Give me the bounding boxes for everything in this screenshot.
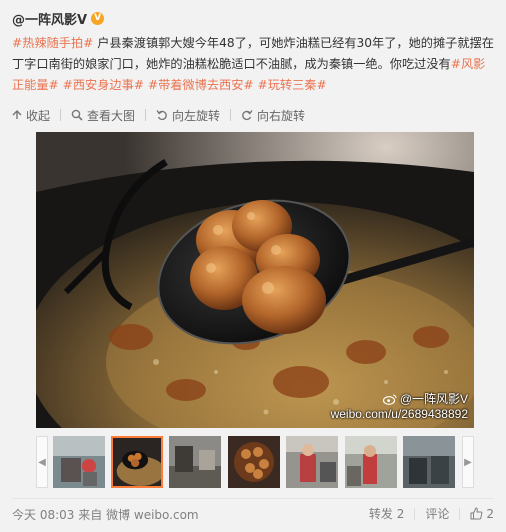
post-source-link[interactable]: 微博 weibo.com xyxy=(106,508,199,522)
photo-watermark: @一阵风影V weibo.com/u/2689438892 xyxy=(331,392,468,422)
like-button[interactable]: 2 xyxy=(470,507,494,521)
thumbnail[interactable] xyxy=(403,436,455,488)
thumbnail-image xyxy=(169,436,221,488)
rotate-right-icon xyxy=(242,110,253,121)
repost-count: 2 xyxy=(396,506,405,521)
thumb-prev-button[interactable]: ◀ xyxy=(36,436,48,488)
repost-label: 转发 xyxy=(368,507,393,521)
rotate-left-button[interactable]: 向左旋转 xyxy=(156,107,220,124)
author-name-link[interactable]: @一阵风影V xyxy=(12,9,87,28)
collapse-label: 收起 xyxy=(26,108,51,123)
rotate-right-button[interactable]: 向右旋转 xyxy=(241,107,305,124)
weibo-post-card: @一阵风影V V #热辣随手拍# 户县秦渡镇郭大嫂今年48了，可她炸油糕已经有3… xyxy=(0,0,506,532)
chevron-left-icon: ◀ xyxy=(38,456,46,468)
comment-label: 评论 xyxy=(425,507,450,521)
thumbnail[interactable] xyxy=(345,436,397,488)
thumb-next-button[interactable]: ▶ xyxy=(462,436,474,488)
magnifier-icon xyxy=(71,109,83,121)
author-row: @一阵风影V V xyxy=(12,8,105,28)
collapse-button[interactable]: 收起 xyxy=(12,107,50,124)
chevron-right-icon: ▶ xyxy=(464,456,472,468)
rotate-right-label: 向右旋转 xyxy=(257,108,306,123)
collapse-arrow-icon xyxy=(12,110,22,119)
post-actions: 转发 2 评论 2 xyxy=(369,505,494,522)
thumbnail-strip: ◀ ▶ xyxy=(36,436,474,488)
thumbnail-image xyxy=(403,436,455,488)
rotate-left-label: 向左旋转 xyxy=(172,108,221,123)
action-separator xyxy=(459,507,461,520)
post-footer: 今天 08:03 来自 微博 weibo.com 转发 2 评论 2 xyxy=(12,505,494,523)
view-large-label: 查看大图 xyxy=(87,108,136,123)
toolbar-separator xyxy=(145,109,147,121)
thumbnail-image xyxy=(286,436,338,488)
thumbnail[interactable] xyxy=(169,436,221,488)
watermark-url: weibo.com/u/2689438892 xyxy=(330,407,468,421)
toolbar-separator xyxy=(60,109,62,121)
verified-badge-icon: V xyxy=(91,11,105,25)
weibo-logo-icon xyxy=(382,394,397,405)
thumbnail[interactable] xyxy=(228,436,280,488)
hashtag-link[interactable]: #西安身边事# xyxy=(63,78,144,92)
thumbnail-image xyxy=(228,436,280,488)
view-large-button[interactable]: 查看大图 xyxy=(71,107,135,124)
hashtag-link[interactable]: #玩转三秦# xyxy=(258,78,327,92)
comment-button[interactable]: 评论 xyxy=(425,505,449,522)
repost-button[interactable]: 转发 2 xyxy=(369,505,404,522)
fried-oil-cakes-photo xyxy=(36,132,474,428)
like-count: 2 xyxy=(486,506,494,521)
action-separator xyxy=(414,507,416,520)
watermark-user: @一阵风影V xyxy=(399,392,468,406)
post-time-link[interactable]: 今天 08:03 xyxy=(12,508,74,522)
toolbar-separator xyxy=(230,109,232,121)
main-photo[interactable]: @一阵风影V weibo.com/u/2689438892 xyxy=(36,132,474,428)
thumbnail-selected[interactable] xyxy=(111,436,163,488)
hashtag-link[interactable]: #热辣随手拍# xyxy=(12,36,93,50)
thumbnail-image xyxy=(113,438,161,486)
hashtag-link[interactable]: #带着微博去西安# xyxy=(148,78,254,92)
rotate-left-icon xyxy=(156,110,167,121)
image-toolbar: 收起 查看大图 向左旋转 向右旋转 xyxy=(12,106,305,124)
thumbs-up-icon xyxy=(470,507,483,520)
thumbnail-image xyxy=(345,436,397,488)
thumbnail[interactable] xyxy=(53,436,105,488)
footer-divider xyxy=(12,498,494,499)
thumbnail-image xyxy=(53,436,105,488)
post-text: #热辣随手拍# 户县秦渡镇郭大嫂今年48了，可她炸油糕已经有30年了，她的摊子就… xyxy=(12,33,496,96)
source-prefix: 来自 xyxy=(78,508,103,522)
thumbnail[interactable] xyxy=(286,436,338,488)
post-meta: 今天 08:03 来自 微博 weibo.com xyxy=(12,506,199,523)
